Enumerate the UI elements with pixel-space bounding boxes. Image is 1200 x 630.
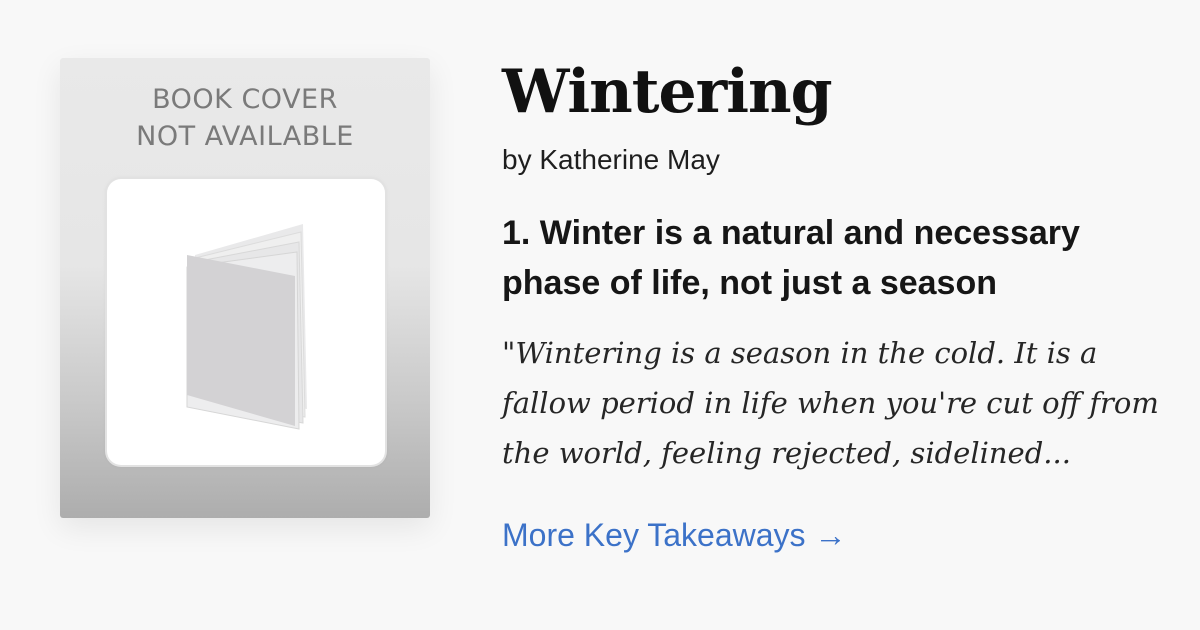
book-icon bbox=[186, 224, 307, 430]
takeaway-heading: 1. Winter is a natural and necessary pha… bbox=[502, 214, 1080, 302]
cover-image-frame bbox=[107, 179, 385, 465]
cover-text-line1: BOOK COVER bbox=[152, 84, 338, 115]
more-key-takeaways-link[interactable]: More Key Takeaways → bbox=[502, 515, 846, 555]
takeaway-quote: "Wintering is a season in the cold. It i… bbox=[502, 336, 1159, 470]
cover-text-line2: NOT AVAILABLE bbox=[136, 121, 354, 152]
book-title: Wintering bbox=[502, 57, 833, 127]
cover-placeholder-text: BOOK COVER NOT AVAILABLE bbox=[60, 81, 430, 155]
arrow-right-icon: → bbox=[814, 517, 847, 553]
book-cover-placeholder: BOOK COVER NOT AVAILABLE bbox=[60, 58, 430, 518]
book-author: by Katherine May bbox=[502, 144, 720, 175]
more-link-label: More Key Takeaways bbox=[502, 517, 806, 553]
